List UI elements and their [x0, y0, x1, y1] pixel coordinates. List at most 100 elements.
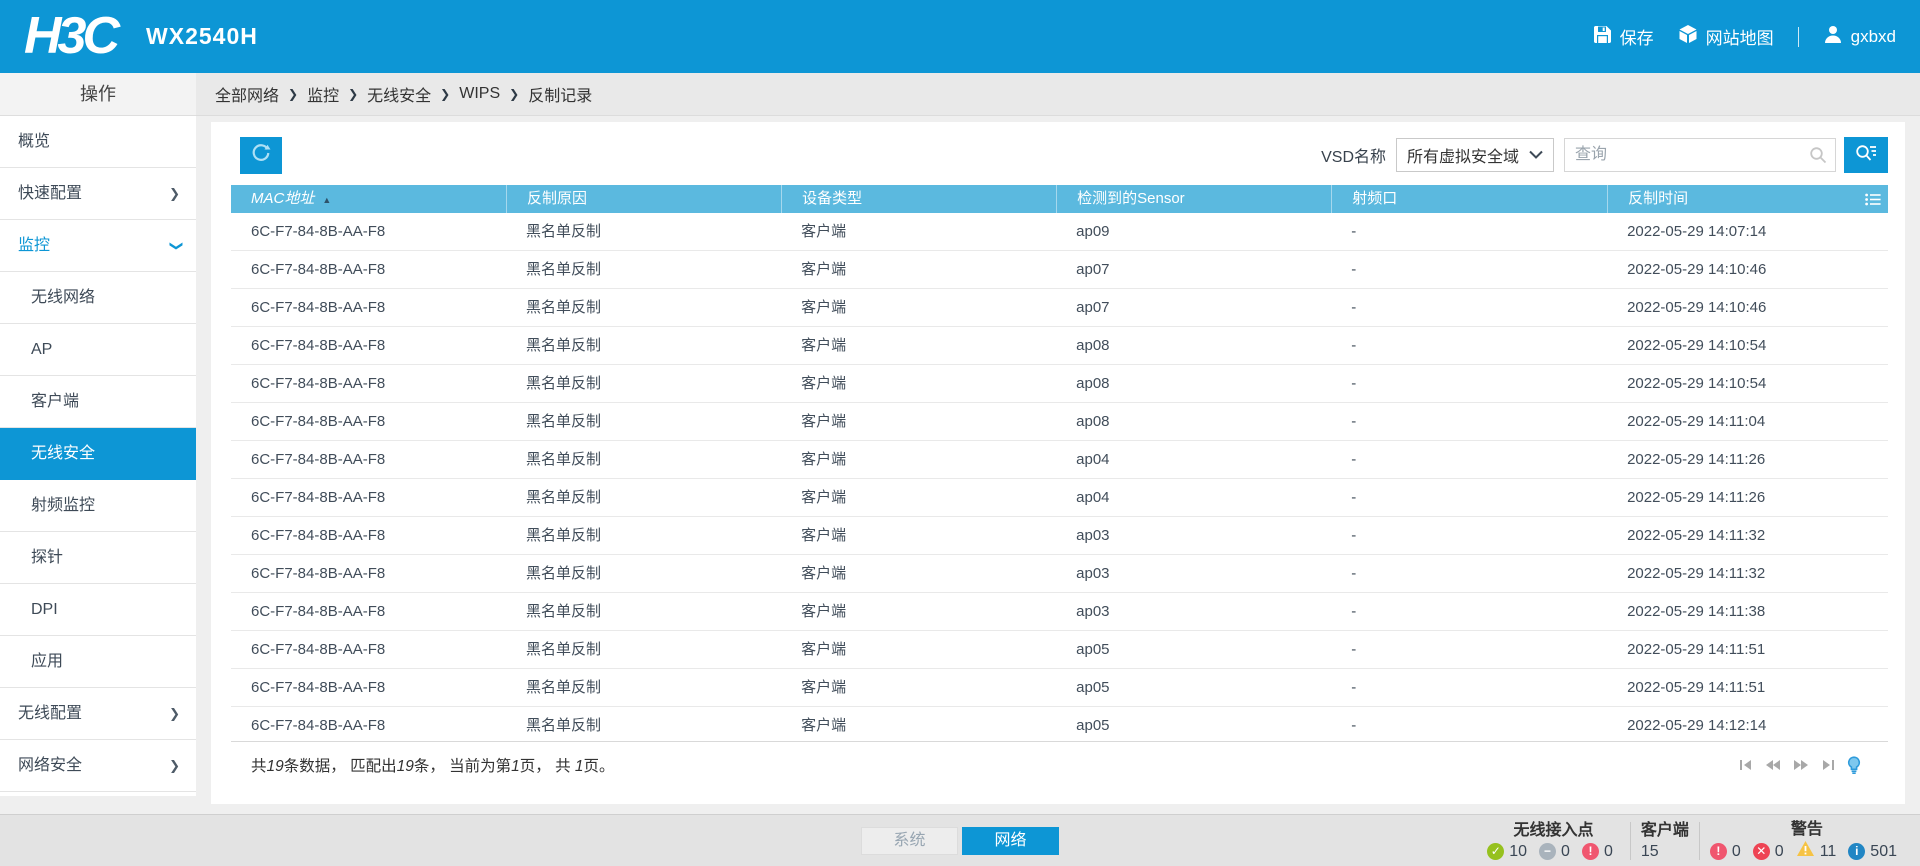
column-header-label: 射频口 [1352, 190, 1398, 207]
table-cell: ap08 [1076, 413, 1110, 430]
table-row[interactable]: 6C-F7-84-8B-AA-F8 黑名单反制 客户端 ap05 - 2022-05-29… [231, 631, 1888, 669]
pagination-summary: 共19条数据， 匹配出19条， 当前为第1页， 共 1页。 [251, 754, 615, 776]
last-page-button[interactable] [1821, 759, 1835, 771]
sidebar-item-label: 监控 [18, 237, 51, 254]
sidebar-item-client[interactable]: 客户端 [0, 376, 196, 428]
prev-page-button[interactable] [1765, 759, 1781, 771]
ap-stats: 无线接入点 ✓ 10 −0 ! 0 [1477, 820, 1630, 863]
table-cell: 6C-F7-84-8B-AA-F8 [251, 223, 386, 240]
column-header[interactable]: 设备类型 [781, 185, 1056, 213]
table-cell: 2022-05-29 14:11:32 [1627, 527, 1766, 544]
table-cell: 黑名单反制 [526, 375, 602, 392]
next-page-button[interactable] [1793, 759, 1809, 771]
sidebar-item-wireless-security[interactable]: 无线安全 [0, 428, 196, 480]
column-header[interactable]: 反制时间 [1607, 185, 1888, 213]
column-config-icon[interactable] [1865, 193, 1881, 210]
sidebar-item-label: 快速配置 [18, 185, 83, 202]
table-cell: - [1351, 679, 1357, 696]
table-cell: 2022-05-29 14:11:04 [1627, 413, 1766, 430]
pagination-text: 页， 共 [519, 757, 575, 775]
table-cell: 客户端 [801, 451, 847, 468]
first-page-button[interactable] [1739, 759, 1753, 771]
table-row[interactable]: 6C-F7-84-8B-AA-F8 黑名单反制 客户端 ap07 - 2022-05-29… [231, 289, 1888, 327]
ap-alert-count: 0 [1603, 842, 1613, 860]
sidebar-item-probe[interactable]: 探针 [0, 532, 196, 584]
sitemap-button[interactable]: 网站地图 [1678, 24, 1774, 49]
sidebar-item-overview[interactable]: 概览 [0, 116, 196, 168]
sidebar-item-application[interactable]: 应用 [0, 636, 196, 688]
search-input[interactable] [1564, 138, 1836, 172]
table-row[interactable]: 6C-F7-84-8B-AA-F8 黑名单反制 客户端 ap04 - 2022-05-29… [231, 441, 1888, 479]
chevron-right-icon: ❯ [169, 758, 180, 773]
table-cell: 6C-F7-84-8B-AA-F8 [251, 489, 386, 506]
sitemap-cube-icon [1678, 24, 1698, 49]
column-header[interactable]: MAC地址 ▲ [231, 185, 506, 213]
sidebar-item-quick-setup[interactable]: 快速配置 ❯ [0, 168, 196, 220]
table-row[interactable]: 6C-F7-84-8B-AA-F8 黑名单反制 客户端 ap08 - 2022-05-29… [231, 403, 1888, 441]
column-header-label: 反制原因 [527, 190, 588, 207]
tip-bulb-icon[interactable] [1847, 755, 1861, 774]
table-row[interactable]: 6C-F7-84-8B-AA-F8 黑名单反制 客户端 ap05 - 2022-05-29… [231, 669, 1888, 707]
client-stats: 客户端 15 [1631, 820, 1699, 863]
countermeasure-table: MAC地址 ▲ 反制原因 设备类型 检测到的Sensor 射频口 反制时间 6C-F7-84… [231, 185, 1888, 787]
table-row[interactable]: 6C-F7-84-8B-AA-F8 黑名单反制 客户端 ap04 - 2022-05-29… [231, 479, 1888, 517]
table-cell: 2022-05-29 14:12:14 [1627, 717, 1767, 734]
table-cell: 2022-05-29 14:11:32 [1627, 565, 1766, 582]
breadcrumb-item[interactable]: 无线安全 [367, 82, 431, 106]
breadcrumb-item[interactable]: WIPS [459, 85, 500, 103]
sidebar-item-label: 概览 [18, 133, 51, 150]
refresh-icon [250, 142, 272, 169]
table-row[interactable]: 6C-F7-84-8B-AA-F8 黑名单反制 客户端 ap03 - 2022-05-29… [231, 517, 1888, 555]
column-header[interactable]: 检测到的Sensor [1056, 185, 1331, 213]
device-model: WX2540H [146, 23, 258, 49]
ap-offline-icon: − [1539, 843, 1557, 860]
table-header-row: MAC地址 ▲ 反制原因 设备类型 检测到的Sensor 射频口 反制时间 [231, 185, 1888, 213]
column-header[interactable]: 射频口 [1331, 185, 1607, 213]
sidebar-item-network-security[interactable]: 网络安全 ❯ [0, 740, 196, 792]
table-row[interactable]: 6C-F7-84-8B-AA-F8 黑名单反制 客户端 ap08 - 2022-05-29… [231, 327, 1888, 365]
alarm-info-icon: i [1848, 843, 1866, 860]
breadcrumb-item[interactable]: 监控 [307, 82, 339, 106]
table-cell: 2022-05-29 14:10:46 [1627, 261, 1767, 278]
table-body: 6C-F7-84-8B-AA-F8 黑名单反制 客户端 ap09-2022-05-29… [231, 213, 1888, 741]
breadcrumb-item[interactable]: 全部网络 [215, 82, 279, 106]
sidebar-item-monitoring[interactable]: 监控 ❯ [0, 220, 196, 272]
column-header[interactable]: 反制原因 [506, 185, 781, 213]
table-row[interactable]: 6C-F7-84-8B-AA-F8 黑名单反制 客户端 ap03 - 2022-05-29… [231, 593, 1888, 631]
table-row[interactable]: 6C-F7-84-8B-AA-F8 黑名单反制 客户端 ap05 - 2022-05-29… [231, 707, 1888, 741]
alarm-error-count: 0 [1774, 842, 1784, 860]
sidebar-item-wireless-network[interactable]: 无线网络 [0, 272, 196, 324]
table-row[interactable]: 6C-F7-84-8B-AA-F8 黑名单反制 客户端 ap09 - 2022-05-29… [231, 213, 1888, 251]
table-cell: 黑名单反制 [526, 717, 602, 734]
sidebar-item-label: 无线配置 [18, 705, 83, 722]
table-cell: ap03 [1076, 527, 1110, 544]
table-cell: 客户端 [801, 565, 847, 582]
vsd-select[interactable]: 所有虚拟安全域 [1396, 138, 1554, 172]
sidebar-item-dpi[interactable]: DPI [0, 584, 196, 636]
table-row[interactable]: 6C-F7-84-8B-AA-F8 黑名单反制 客户端 ap03 - 2022-05-29… [231, 555, 1888, 593]
save-button[interactable]: 保存 [1593, 24, 1654, 49]
sidebar-item-ap[interactable]: AP [0, 324, 196, 376]
refresh-button[interactable] [240, 136, 282, 174]
tab-system[interactable]: 系统 [861, 827, 958, 855]
table-cell: 客户端 [801, 527, 847, 544]
table-cell: ap08 [1076, 337, 1110, 354]
table-cell: 2022-05-29 14:11:38 [1627, 603, 1766, 620]
table-cell: 6C-F7-84-8B-AA-F8 [251, 261, 386, 278]
search-box [1564, 138, 1836, 172]
user-menu[interactable]: gxbxd [1823, 24, 1896, 49]
ap-alert-icon: ! [1581, 843, 1599, 860]
table-row[interactable]: 6C-F7-84-8B-AA-F8 黑名单反制 客户端 ap07 - 2022-05-29… [231, 251, 1888, 289]
content-card: VSD名称 所有虚拟安全域 查询 MAC地址 ▲ 反制原因 设备类型 检测到的S… [211, 122, 1905, 804]
sidebar-item-rf-monitoring[interactable]: 射频监控 [0, 480, 196, 532]
alarm-stats-values: ! 0 ✕ 0 11 i 501 [1709, 840, 1904, 864]
table-row[interactable]: 6C-F7-84-8B-AA-F8 黑名单反制 客户端 ap08 - 2022-05-29… [231, 365, 1888, 403]
sidebar-item-wireless-config[interactable]: 无线配置 ❯ [0, 688, 196, 740]
breadcrumb-item[interactable]: 反制记录 [528, 82, 592, 106]
table-cell: - [1351, 375, 1357, 392]
table-cell: - [1351, 337, 1357, 354]
sitemap-label: 网站地图 [1705, 29, 1774, 48]
advanced-search-button[interactable] [1844, 137, 1888, 173]
tab-network[interactable]: 网络 [962, 827, 1059, 855]
h3c-logo: H3C [24, 7, 120, 65]
